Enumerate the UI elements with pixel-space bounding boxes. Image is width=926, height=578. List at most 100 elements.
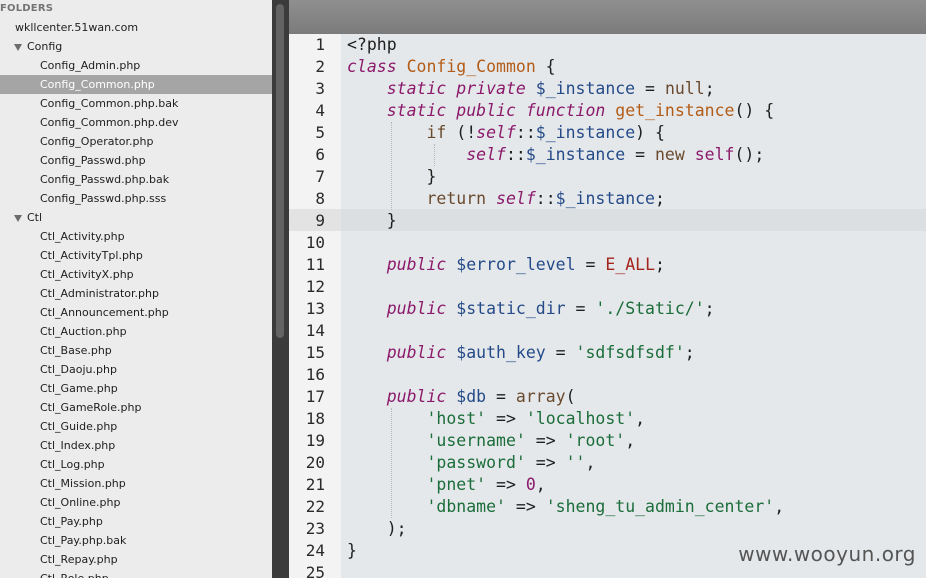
tree-item-label: Ctl_Pay.php: [40, 515, 103, 528]
code-token: Config_Common: [406, 57, 536, 76]
file-item[interactable]: Config_Operator.php: [0, 132, 272, 151]
code-token: $_instance: [525, 145, 626, 164]
line-number: 6: [315, 145, 325, 164]
tree-item-label: Ctl_Daoju.php: [40, 363, 117, 376]
code-token: ();: [734, 145, 765, 164]
file-item[interactable]: Ctl_Base.php: [0, 341, 272, 360]
code-token: $_instance: [535, 79, 636, 98]
file-item[interactable]: Ctl_Index.php: [0, 436, 272, 455]
file-item[interactable]: Ctl_Daoju.php: [0, 360, 272, 379]
file-item[interactable]: Ctl_Repay.php: [0, 550, 272, 569]
tree-item-label: Ctl_Auction.php: [40, 325, 127, 338]
code-token: './Static/': [595, 299, 705, 318]
file-item[interactable]: Ctl_Activity.php: [0, 227, 272, 246]
file-item[interactable]: Ctl_Announcement.php: [0, 303, 272, 322]
code-token: public: [386, 255, 447, 274]
disclosure-triangle-icon[interactable]: [14, 44, 22, 51]
indent-guide: [390, 408, 392, 518]
file-item[interactable]: Ctl_Guide.php: [0, 417, 272, 436]
code-token: $error_level: [456, 255, 576, 274]
code-token: 'host': [426, 409, 487, 428]
tree-item-label: Ctl_Online.php: [40, 496, 121, 509]
code-token: 'password': [426, 453, 526, 472]
line-number: 9: [315, 211, 325, 230]
code-token: ;: [704, 79, 715, 98]
file-item[interactable]: Ctl_Administrator.php: [0, 284, 272, 303]
file-item[interactable]: Ctl_Log.php: [0, 455, 272, 474]
tree-item-label: Ctl_Repay.php: [40, 553, 118, 566]
code-token: 'localhost': [525, 409, 636, 428]
line-number: 25: [305, 563, 325, 578]
file-item[interactable]: Config_Common.php.dev: [0, 113, 272, 132]
line-number-gutter: 1 2 3 4 5 6 7 8 9 10 11 12 13 14 15 16 17 18 19 20 21 22 23 24 2…: [289, 34, 341, 578]
code-token: =>: [486, 409, 526, 428]
code-token: public: [386, 387, 447, 406]
file-item[interactable]: Ctl_GameRole.php: [0, 398, 272, 417]
code-token: =>: [525, 453, 566, 472]
code-token: 'dbname': [426, 497, 506, 516]
file-item[interactable]: Ctl_Mission.php: [0, 474, 272, 493]
folder-item[interactable]: Config: [0, 37, 272, 56]
file-item[interactable]: Ctl_Pay.php: [0, 512, 272, 531]
file-item[interactable]: Ctl_Role.php: [0, 569, 272, 578]
line-number: 5: [315, 123, 325, 142]
file-item[interactable]: Config_Passwd.php.sss: [0, 189, 272, 208]
file-item[interactable]: Ctl_Pay.php.bak: [0, 531, 272, 550]
file-item[interactable]: Config_Admin.php: [0, 56, 272, 75]
code-token: () {: [734, 101, 775, 120]
sidebar-scrollbar[interactable]: [272, 0, 289, 578]
sidebar: FOLDERS wkllcenter.51wan.com Config Config…: [0, 0, 272, 578]
code-token: self: [496, 189, 536, 208]
code-token: $db: [456, 387, 487, 406]
line-number: 13: [305, 299, 325, 318]
line-number: 17: [305, 387, 325, 406]
code-token: ,: [535, 475, 546, 494]
file-item[interactable]: Ctl_Auction.php: [0, 322, 272, 341]
code-token: ;: [704, 299, 715, 318]
tree-item-label: Config_Admin.php: [40, 59, 141, 72]
tree-item-label: Ctl_Mission.php: [40, 477, 126, 490]
tree-item-label: Config_Common.php.dev: [40, 116, 179, 129]
file-item[interactable]: Ctl_ActivityX.php: [0, 265, 272, 284]
file-item[interactable]: Config_Common.php.bak: [0, 94, 272, 113]
code-area[interactable]: <?php class Config_Common { static privat…: [341, 34, 926, 578]
file-item[interactable]: Ctl_ActivityTpl.php: [0, 246, 272, 265]
folder-item[interactable]: Ctl: [0, 208, 272, 227]
code-token: get_instance: [615, 101, 735, 120]
tree-item-label: Config_Passwd.php.sss: [40, 192, 167, 205]
indent-guide: [390, 122, 392, 210]
folder-item[interactable]: wkllcenter.51wan.com: [0, 18, 272, 37]
code-token: =>: [486, 475, 526, 494]
file-item[interactable]: Config_Passwd.php: [0, 151, 272, 170]
code-token: ::: [505, 145, 526, 164]
file-item[interactable]: Config_Common.php: [0, 75, 272, 94]
code-token: ::: [535, 189, 556, 208]
file-item[interactable]: Ctl_Game.php: [0, 379, 272, 398]
code-line: <?php: [347, 34, 397, 56]
line-number: 19: [305, 431, 325, 450]
code-token: self: [694, 145, 735, 164]
scrollbar-thumb[interactable]: [276, 4, 284, 338]
file-item[interactable]: Config_Passwd.php.bak: [0, 170, 272, 189]
code-line: public $static_dir = './Static/';: [347, 298, 715, 320]
code-line: 'password' => '',: [347, 452, 595, 474]
line-number: 20: [305, 453, 325, 472]
code-token: }: [347, 541, 357, 560]
code-token: array: [515, 387, 566, 406]
code-line: public $error_level = E_ALL;: [347, 254, 665, 276]
code-token: (!: [446, 123, 477, 142]
tree-item-label: Ctl_GameRole.php: [40, 401, 142, 414]
tree-item-label: Ctl_Activity.php: [40, 230, 125, 243]
file-item[interactable]: Ctl_Online.php: [0, 493, 272, 512]
disclosure-triangle-icon[interactable]: [14, 215, 22, 222]
code-editor[interactable]: 1 2 3 4 5 6 7 8 9 10 11 12 13 14 15 16 17 18 19 20 21 22 23 24 2…: [289, 34, 926, 578]
code-line: 'pnet' => 0,: [347, 474, 546, 496]
